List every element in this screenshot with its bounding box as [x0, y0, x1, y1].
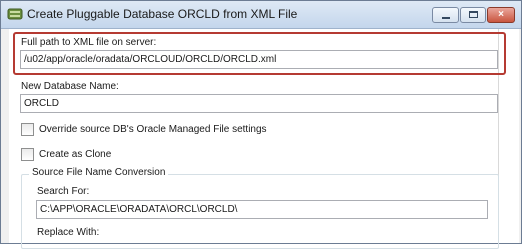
maximize-button[interactable]	[460, 7, 486, 23]
xml-path-label: Full path to XML file on server:	[21, 37, 157, 48]
create-as-clone-checkbox[interactable]	[21, 148, 34, 161]
new-db-name-label: New Database Name:	[21, 81, 119, 92]
search-for-input[interactable]: C:\APP\ORACLE\ORADATA\ORCL\ORCLD\	[36, 200, 488, 219]
search-for-label: Search For:	[37, 186, 90, 197]
file-name-conversion-title: Source File Name Conversion	[29, 167, 169, 178]
create-as-clone-label: Create as Clone	[39, 149, 112, 160]
minimize-button[interactable]	[432, 7, 459, 23]
override-omf-checkbox[interactable]	[21, 123, 34, 136]
new-db-name-input[interactable]: ORCLD	[20, 94, 498, 113]
maximize-icon	[469, 11, 478, 18]
window-title: Create Pluggable Database ORCLD from XML…	[27, 7, 298, 21]
replace-with-label: Replace With:	[37, 227, 100, 238]
database-icon	[7, 8, 23, 20]
close-button[interactable]: ×	[487, 7, 515, 23]
override-omf-label: Override source DB's Oracle Managed File…	[39, 124, 267, 135]
close-icon: ×	[498, 9, 504, 20]
xml-path-input[interactable]: /u02/app/oracle/oradata/ORCLOUD/ORCLD/OR…	[20, 50, 498, 69]
dialog-window: Create Pluggable Database ORCLD from XML…	[0, 0, 522, 249]
title-bar[interactable]: Create Pluggable Database ORCLD from XML…	[1, 1, 521, 29]
minimize-icon	[442, 17, 450, 19]
